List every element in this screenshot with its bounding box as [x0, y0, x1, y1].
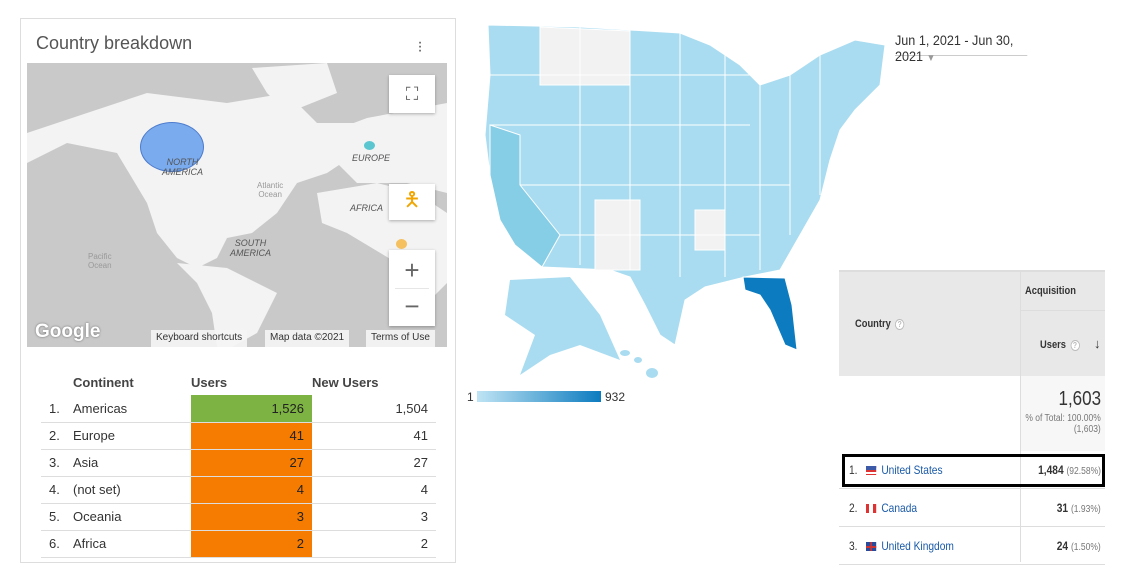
map-data-text: Map data ©2021	[265, 330, 350, 347]
continent-name: (not set)	[73, 476, 191, 504]
row-rank: 5.	[41, 503, 73, 531]
country-header[interactable]: Country?	[855, 318, 905, 330]
zoom-out-button[interactable]: −	[404, 289, 419, 325]
help-icon[interactable]: ?	[895, 318, 905, 330]
col-continent[interactable]: Continent	[73, 369, 191, 395]
total-percent: % of Total: 100.00% (1,603)	[1025, 413, 1101, 435]
new-users-cell: 1,504	[312, 395, 436, 423]
africa-bubble[interactable]	[396, 239, 407, 249]
label-atlantic: Atlantic Ocean	[257, 181, 284, 199]
users-cell: 3	[191, 503, 312, 531]
table-row[interactable]: 6. Africa 2 2	[41, 530, 436, 558]
dropdown-caret-icon: ▼	[926, 53, 936, 64]
legend-max: 932	[605, 390, 626, 404]
continent-name: Africa	[73, 530, 191, 558]
keyboard-shortcuts-link[interactable]: Keyboard shortcuts	[151, 330, 248, 347]
row-rank: 4.	[41, 476, 73, 504]
legend-gradient	[477, 391, 601, 402]
continent-name: Americas	[73, 395, 191, 423]
users-cell: 2	[191, 530, 312, 558]
table-row[interactable]: 2. Europe 41 41	[41, 422, 436, 450]
country-breakdown-card: Country breakdown · · · NORTH AMERICA EURO…	[20, 18, 456, 563]
label-africa: AFRICA	[350, 203, 384, 213]
table-row[interactable]: 3. Asia 27 27	[41, 449, 436, 477]
users-percent: (1.93%)	[1071, 504, 1101, 515]
table-row[interactable]: 1. Americas 1,526 1,504	[41, 395, 436, 423]
table-row[interactable]: 2. Canada 31 (1.93%)	[839, 489, 1105, 527]
uk-flag-icon	[866, 542, 877, 552]
pegman-icon: 🯅	[403, 189, 421, 211]
country-table: Acquisition Country? Users? ↓ 1,603 % of…	[839, 270, 1105, 565]
new-users-cell: 2	[312, 530, 436, 558]
sort-desc-icon[interactable]: ↓	[1094, 336, 1101, 351]
row-rank: 3.	[41, 449, 73, 477]
us-choropleth-map[interactable]	[460, 15, 900, 385]
country-link[interactable]: United Kingdom	[881, 539, 954, 553]
label-north-america: NORTH AMERICA	[162, 157, 204, 177]
users-value: 24	[1057, 539, 1069, 553]
continent-table: Continent Users New Users 1. Americas 1,…	[41, 369, 436, 558]
alaska	[505, 277, 620, 375]
total-users: 1,603	[1058, 388, 1101, 410]
row-rank: 2.	[41, 422, 73, 450]
continent-name: Oceania	[73, 503, 191, 531]
google-logo: Google	[35, 321, 101, 342]
highlight-box	[842, 454, 1105, 487]
label-europe: EUROPE	[352, 153, 391, 163]
state-florida	[742, 276, 798, 351]
users-cell: 4	[191, 476, 312, 504]
street-view-button[interactable]: 🯅	[389, 184, 435, 220]
table-row[interactable]: 5. Oceania 3 3	[41, 503, 436, 531]
row-rank: 6.	[41, 530, 73, 558]
label-pacific: Pacific Ocean	[88, 252, 112, 270]
acquisition-header: Acquisition	[1025, 285, 1076, 297]
fullscreen-icon: ⛶	[405, 83, 419, 104]
users-value: 31	[1057, 501, 1069, 515]
legend-min: 1	[467, 390, 474, 404]
state-montana	[539, 26, 631, 86]
continent-name: Asia	[73, 449, 191, 477]
fullscreen-button[interactable]: ⛶	[389, 75, 435, 113]
date-range-picker[interactable]: Jun 1, 2021 - Jun 30, 2021 ▼	[895, 32, 1028, 64]
more-vert-icon[interactable]: · · ·	[417, 35, 423, 59]
terms-of-use-link[interactable]: Terms of Use	[366, 330, 435, 347]
date-range-text: Jun 1, 2021 - Jun 30, 2021	[895, 32, 1014, 64]
zoom-controls: + −	[389, 250, 435, 326]
users-percent: (1.50%)	[1071, 542, 1101, 553]
help-icon[interactable]: ?	[1070, 339, 1080, 351]
state-arkansas	[694, 209, 726, 251]
world-map[interactable]: NORTH AMERICA EUROPE AFRICA SOUTH AMERIC…	[27, 63, 447, 347]
hawaii	[620, 350, 658, 378]
table-row[interactable]: 3. United Kingdom 24 (1.50%)	[839, 527, 1105, 565]
world-land	[27, 63, 447, 347]
users-cell: 27	[191, 449, 312, 477]
new-users-cell: 41	[312, 422, 436, 450]
card-title: Country breakdown	[36, 33, 193, 53]
col-new-users[interactable]: New Users	[312, 369, 436, 395]
users-cell: 41	[191, 422, 312, 450]
canada-flag-icon	[866, 504, 877, 514]
users-cell: 1,526	[191, 395, 312, 423]
new-users-cell: 27	[312, 449, 436, 477]
row-rank: 2.	[849, 501, 858, 515]
continent-name: Europe	[73, 422, 191, 450]
zoom-in-button[interactable]: +	[404, 252, 419, 288]
row-rank: 1.	[41, 395, 73, 423]
new-users-cell: 3	[312, 503, 436, 531]
country-link[interactable]: Canada	[881, 501, 917, 515]
table-row[interactable]: 4. (not set) 4 4	[41, 476, 436, 504]
europe-bubble[interactable]	[364, 141, 375, 150]
label-south-america: SOUTH AMERICA	[230, 238, 272, 258]
new-users-cell: 4	[312, 476, 436, 504]
col-users[interactable]: Users	[191, 369, 312, 395]
users-header[interactable]: Users?	[1040, 339, 1080, 351]
row-rank: 3.	[849, 539, 858, 553]
